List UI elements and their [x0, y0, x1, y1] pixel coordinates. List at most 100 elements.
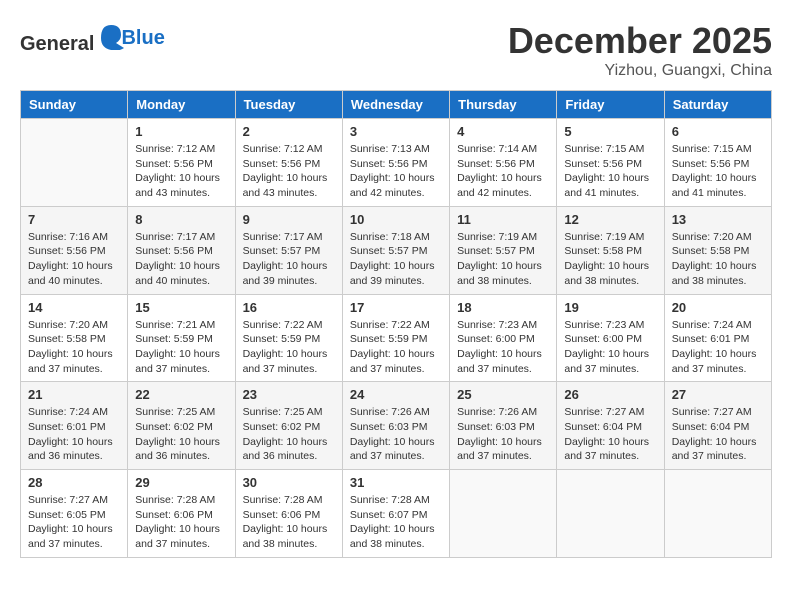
calendar-cell: 11 Sunrise: 7:19 AMSunset: 5:57 PMDayligh… [450, 206, 557, 294]
day-number: 1 [135, 124, 227, 139]
day-number: 23 [243, 387, 335, 402]
day-number: 20 [672, 300, 764, 315]
day-number: 28 [28, 475, 120, 490]
header-friday: Friday [557, 91, 664, 119]
day-number: 15 [135, 300, 227, 315]
day-info: Sunrise: 7:13 AMSunset: 5:56 PMDaylight:… [350, 142, 442, 201]
calendar-cell: 15 Sunrise: 7:21 AMSunset: 5:59 PMDayligh… [128, 294, 235, 382]
calendar-cell: 13 Sunrise: 7:20 AMSunset: 5:58 PMDayligh… [664, 206, 771, 294]
header-saturday: Saturday [664, 91, 771, 119]
day-info: Sunrise: 7:22 AMSunset: 5:59 PMDaylight:… [243, 318, 335, 377]
day-number: 27 [672, 387, 764, 402]
day-info: Sunrise: 7:22 AMSunset: 5:59 PMDaylight:… [350, 318, 442, 377]
day-info: Sunrise: 7:26 AMSunset: 6:03 PMDaylight:… [457, 405, 549, 464]
day-info: Sunrise: 7:25 AMSunset: 6:02 PMDaylight:… [243, 405, 335, 464]
logo-general: General [20, 33, 94, 55]
day-info: Sunrise: 7:23 AMSunset: 6:00 PMDaylight:… [457, 318, 549, 377]
day-info: Sunrise: 7:15 AMSunset: 5:56 PMDaylight:… [564, 142, 656, 201]
week-row-0: 1 Sunrise: 7:12 AMSunset: 5:56 PMDaylight… [21, 119, 772, 207]
calendar-cell: 6Sunrise: 7:15 AMSunset: 5:56 PMDaylight… [664, 119, 771, 207]
day-info: Sunrise: 7:19 AMSunset: 5:57 PMDaylight:… [457, 230, 549, 289]
week-row-4: 28 Sunrise: 7:27 AMSunset: 6:05 PMDayligh… [21, 470, 772, 558]
calendar-cell: 8 Sunrise: 7:17 AMSunset: 5:56 PMDaylight… [128, 206, 235, 294]
calendar-cell: 22Sunrise: 7:25 AMSunset: 6:02 PMDayligh… [128, 382, 235, 470]
day-number: 8 [135, 212, 227, 227]
day-info: Sunrise: 7:15 AMSunset: 5:56 PMDaylight:… [672, 142, 764, 201]
day-info: Sunrise: 7:12 AMSunset: 5:56 PMDaylight:… [135, 142, 227, 201]
calendar-cell [21, 119, 128, 207]
day-number: 31 [350, 475, 442, 490]
day-info: Sunrise: 7:27 AMSunset: 6:05 PMDaylight:… [28, 493, 120, 552]
day-number: 16 [243, 300, 335, 315]
calendar-header: SundayMondayTuesdayWednesdayThursdayFrid… [21, 91, 772, 119]
day-info: Sunrise: 7:27 AMSunset: 6:04 PMDaylight:… [564, 405, 656, 464]
page-header: General Blue December 2025 Yizhou, Guang… [20, 20, 772, 80]
day-info: Sunrise: 7:16 AMSunset: 5:56 PMDaylight:… [28, 230, 120, 289]
calendar-cell: 26Sunrise: 7:27 AMSunset: 6:04 PMDayligh… [557, 382, 664, 470]
calendar-cell: 31 Sunrise: 7:28 AMSunset: 6:07 PMDayligh… [342, 470, 449, 558]
day-number: 14 [28, 300, 120, 315]
day-number: 12 [564, 212, 656, 227]
week-row-1: 7 Sunrise: 7:16 AMSunset: 5:56 PMDaylight… [21, 206, 772, 294]
day-info: Sunrise: 7:28 AMSunset: 6:06 PMDaylight:… [135, 493, 227, 552]
day-number: 2 [243, 124, 335, 139]
calendar-cell: 14 Sunrise: 7:20 AMSunset: 5:58 PMDayligh… [21, 294, 128, 382]
day-info: Sunrise: 7:20 AMSunset: 5:58 PMDaylight:… [28, 318, 120, 377]
calendar-cell: 23 Sunrise: 7:25 AMSunset: 6:02 PMDayligh… [235, 382, 342, 470]
header-sunday: Sunday [21, 91, 128, 119]
calendar-cell: 20 Sunrise: 7:24 AMSunset: 6:01 PMDayligh… [664, 294, 771, 382]
day-number: 7 [28, 212, 120, 227]
day-info: Sunrise: 7:23 AMSunset: 6:00 PMDaylight:… [564, 318, 656, 377]
calendar-cell: 17Sunrise: 7:22 AMSunset: 5:59 PMDayligh… [342, 294, 449, 382]
calendar-body: 1 Sunrise: 7:12 AMSunset: 5:56 PMDaylight… [21, 119, 772, 558]
calendar-cell: 21 Sunrise: 7:24 AMSunset: 6:01 PMDayligh… [21, 382, 128, 470]
day-number: 19 [564, 300, 656, 315]
day-number: 30 [243, 475, 335, 490]
title-block: December 2025 Yizhou, Guangxi, China [508, 20, 772, 80]
day-info: Sunrise: 7:24 AMSunset: 6:01 PMDaylight:… [28, 405, 120, 464]
calendar-cell: 1 Sunrise: 7:12 AMSunset: 5:56 PMDaylight… [128, 119, 235, 207]
day-number: 9 [243, 212, 335, 227]
day-number: 11 [457, 212, 549, 227]
calendar-cell: 16 Sunrise: 7:22 AMSunset: 5:59 PMDayligh… [235, 294, 342, 382]
calendar-table: SundayMondayTuesdayWednesdayThursdayFrid… [20, 90, 772, 558]
calendar-cell [557, 470, 664, 558]
calendar-cell: 10 Sunrise: 7:18 AMSunset: 5:57 PMDayligh… [342, 206, 449, 294]
day-info: Sunrise: 7:19 AMSunset: 5:58 PMDaylight:… [564, 230, 656, 289]
day-number: 25 [457, 387, 549, 402]
header-tuesday: Tuesday [235, 91, 342, 119]
week-row-2: 14 Sunrise: 7:20 AMSunset: 5:58 PMDayligh… [21, 294, 772, 382]
day-number: 10 [350, 212, 442, 227]
day-info: Sunrise: 7:17 AMSunset: 5:57 PMDaylight:… [243, 230, 335, 289]
month-title: December 2025 [508, 20, 772, 62]
calendar-cell: 29 Sunrise: 7:28 AMSunset: 6:06 PMDayligh… [128, 470, 235, 558]
calendar-cell: 30Sunrise: 7:28 AMSunset: 6:06 PMDayligh… [235, 470, 342, 558]
calendar-cell [450, 470, 557, 558]
day-number: 13 [672, 212, 764, 227]
day-number: 29 [135, 475, 227, 490]
day-info: Sunrise: 7:21 AMSunset: 5:59 PMDaylight:… [135, 318, 227, 377]
header-row: SundayMondayTuesdayWednesdayThursdayFrid… [21, 91, 772, 119]
calendar-cell: 28 Sunrise: 7:27 AMSunset: 6:05 PMDayligh… [21, 470, 128, 558]
logo-blue-text: Blue [121, 27, 164, 50]
calendar-cell: 18Sunrise: 7:23 AMSunset: 6:00 PMDayligh… [450, 294, 557, 382]
location-title: Yizhou, Guangxi, China [508, 62, 772, 80]
header-monday: Monday [128, 91, 235, 119]
calendar-cell: 12 Sunrise: 7:19 AMSunset: 5:58 PMDayligh… [557, 206, 664, 294]
day-info: Sunrise: 7:28 AMSunset: 6:07 PMDaylight:… [350, 493, 442, 552]
day-number: 24 [350, 387, 442, 402]
logo-text: General [20, 20, 126, 56]
calendar-cell: 27Sunrise: 7:27 AMSunset: 6:04 PMDayligh… [664, 382, 771, 470]
header-thursday: Thursday [450, 91, 557, 119]
calendar-cell: 19 Sunrise: 7:23 AMSunset: 6:00 PMDayligh… [557, 294, 664, 382]
day-info: Sunrise: 7:17 AMSunset: 5:56 PMDaylight:… [135, 230, 227, 289]
logo: General Blue [20, 20, 165, 56]
day-info: Sunrise: 7:25 AMSunset: 6:02 PMDaylight:… [135, 405, 227, 464]
calendar-cell: 3Sunrise: 7:13 AMSunset: 5:56 PMDaylight… [342, 119, 449, 207]
day-number: 21 [28, 387, 120, 402]
calendar-cell: 5 Sunrise: 7:15 AMSunset: 5:56 PMDaylight… [557, 119, 664, 207]
day-info: Sunrise: 7:18 AMSunset: 5:57 PMDaylight:… [350, 230, 442, 289]
day-number: 5 [564, 124, 656, 139]
day-info: Sunrise: 7:24 AMSunset: 6:01 PMDaylight:… [672, 318, 764, 377]
day-info: Sunrise: 7:20 AMSunset: 5:58 PMDaylight:… [672, 230, 764, 289]
